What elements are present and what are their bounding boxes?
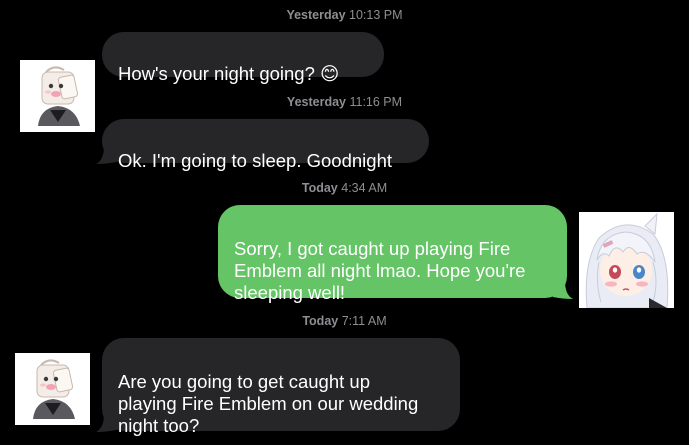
message-text: How's your night going?: [118, 63, 321, 84]
timestamp-2: Yesterday 11:16 PM: [0, 94, 689, 110]
timestamp-1: Yesterday 10:13 PM: [0, 7, 689, 23]
message-text: Ok. I'm going to sleep. Goodnight: [118, 150, 392, 171]
message-bubble-incoming[interactable]: Ok. I'm going to sleep. Goodnight: [102, 119, 429, 171]
bubble-tail-outgoing: [553, 281, 573, 299]
bubble-tail-incoming: [96, 414, 116, 432]
user-avatar[interactable]: [579, 212, 674, 308]
timestamp-time: 11:16 PM: [349, 95, 403, 109]
anime-chibi-character-avatar-icon: [15, 353, 90, 425]
timestamp-3: Today 4:34 AM: [0, 180, 689, 196]
timestamp-time: 10:13 PM: [349, 8, 403, 22]
message-text: Sorry, I got caught up playing Fire Embl…: [234, 238, 526, 303]
anime-white-haired-girl-avatar-icon: [579, 212, 674, 308]
timestamp-day: Yesterday: [286, 95, 346, 109]
message-text: Are you going to get caught up playing F…: [118, 371, 419, 436]
contact-avatar[interactable]: [15, 353, 90, 425]
timestamp-time: 7:11 AM: [341, 314, 387, 328]
message-bubble-incoming[interactable]: How's your night going? 😊: [102, 32, 384, 85]
smiling-face-emoji-icon: 😊: [320, 64, 340, 85]
timestamp-day: Today: [301, 181, 338, 195]
message-bubble-incoming[interactable]: Are you going to get caught up playing F…: [102, 338, 460, 436]
timestamp-day: Today: [302, 314, 339, 328]
timestamp-time: 4:34 AM: [341, 181, 388, 195]
timestamp-4: Today 7:11 AM: [0, 313, 689, 329]
timestamp-day: Yesterday: [286, 8, 346, 22]
message-bubble-outgoing[interactable]: Sorry, I got caught up playing Fire Embl…: [218, 205, 567, 303]
bubble-tail-incoming: [96, 146, 116, 164]
